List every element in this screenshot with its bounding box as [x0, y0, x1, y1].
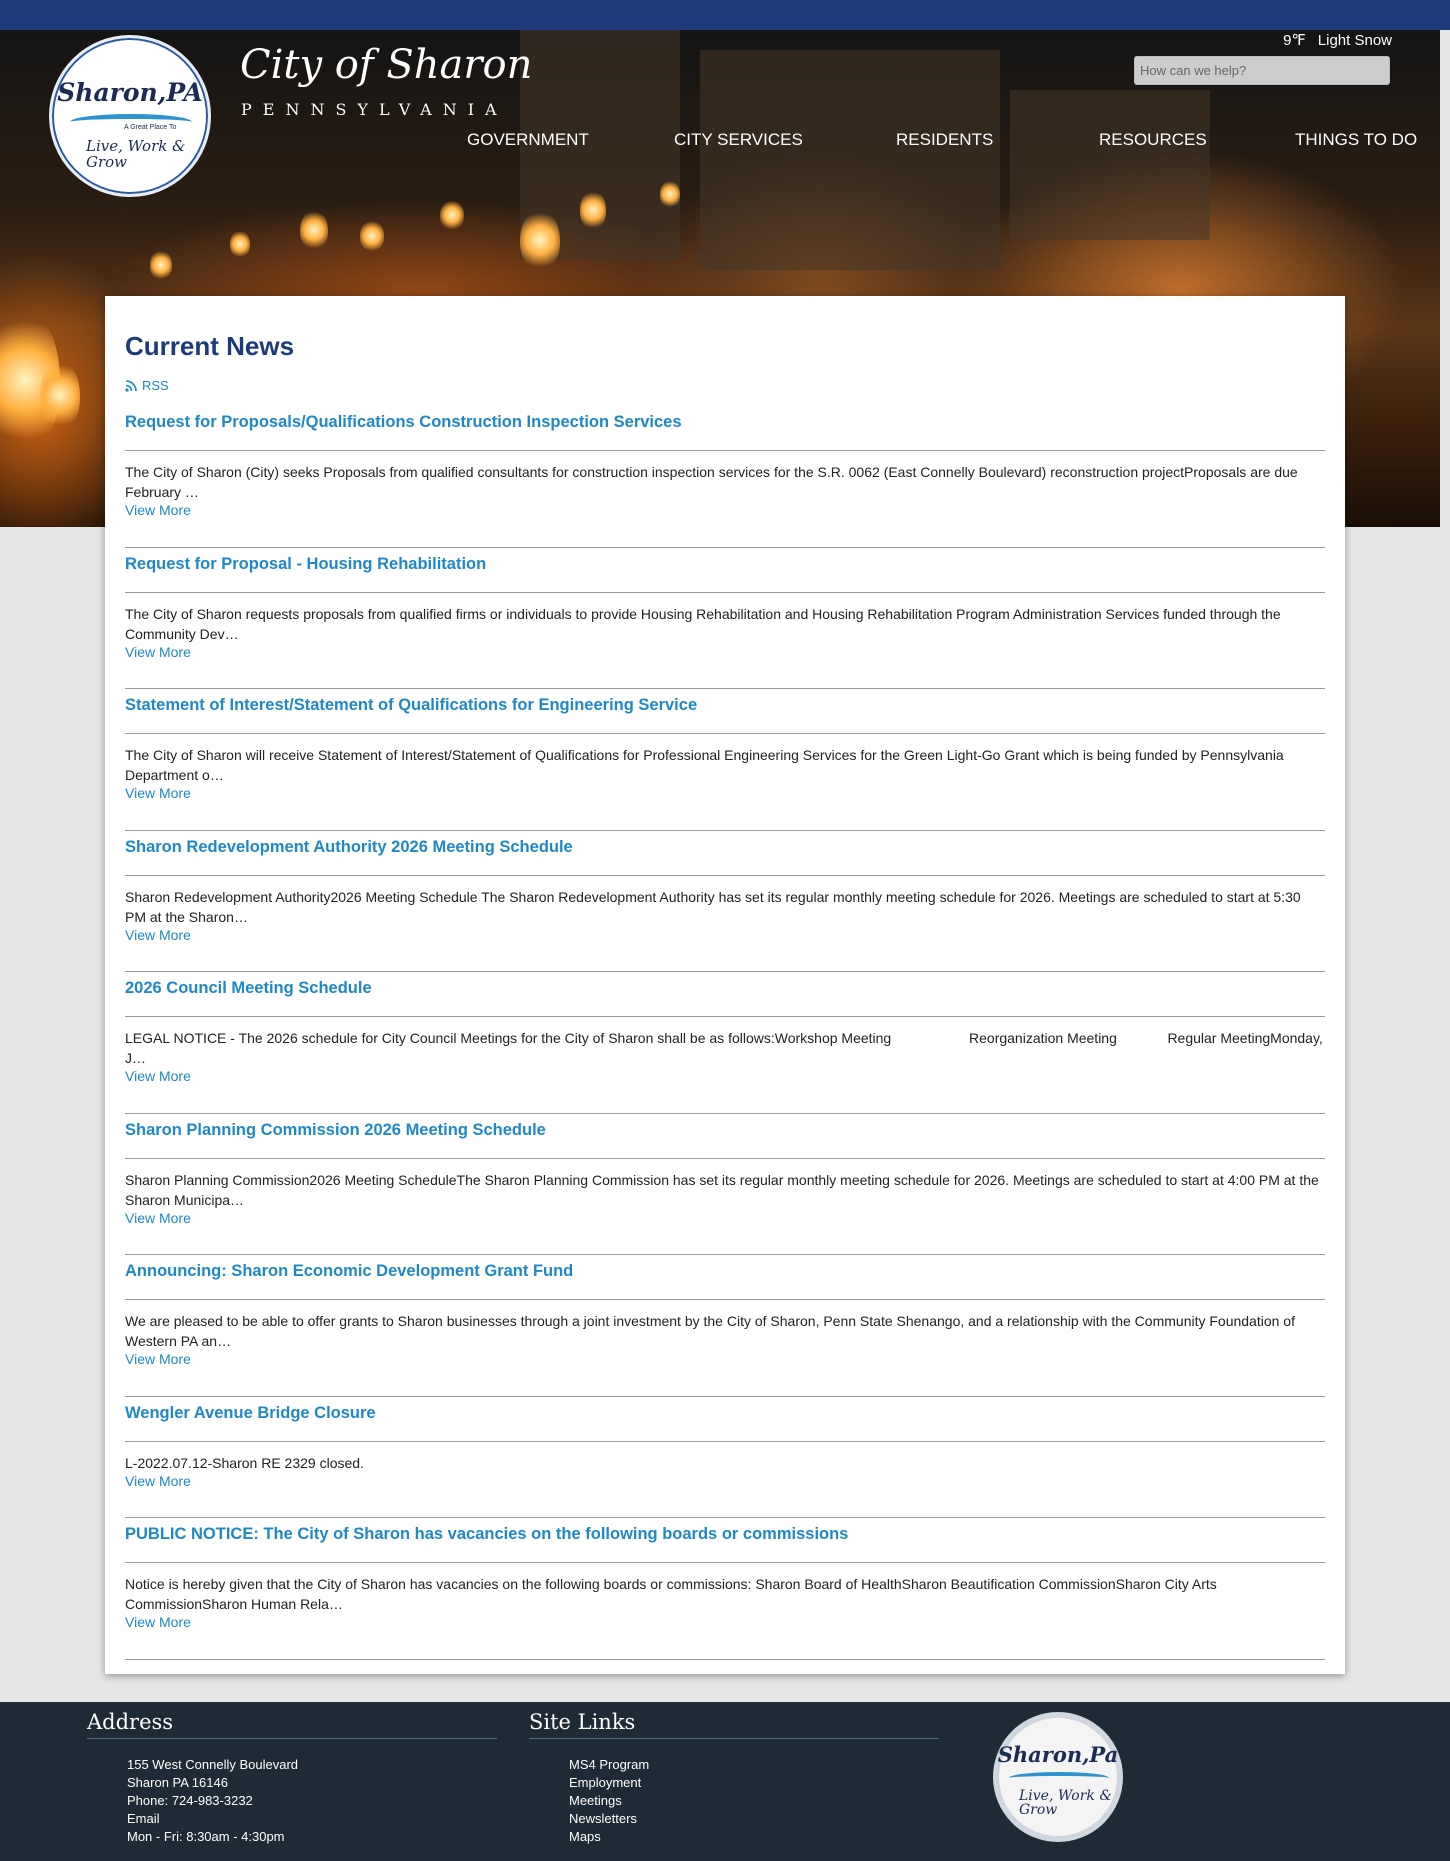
footer-logo[interactable]: Sharon,Pa Live, Work & Grow [993, 1712, 1123, 1842]
news-summary: The City of Sharon will receive Statemen… [125, 747, 1284, 783]
weather-condition: Light Snow [1317, 32, 1392, 49]
news-summary: The City of Sharon requests proposals fr… [125, 605, 1281, 642]
rss-label: RSS [142, 378, 169, 393]
news-title[interactable]: 2026 Council Meeting Schedule [125, 979, 372, 998]
news-summary: Sharon Planning Commission2026 Meeting S… [125, 1171, 1319, 1208]
news-summary: The City of Sharon (City) seeks Proposal… [125, 464, 1298, 500]
rss-link[interactable]: RSS [125, 378, 169, 393]
site-title[interactable]: City of Sharon [240, 42, 532, 88]
address-line: 155 West Connelly Boulevard [127, 1757, 299, 1772]
news-item: Sharon Planning Commission 2026 Meeting … [125, 1114, 1325, 1255]
news-item: Wengler Avenue Bridge Closure L-2022.07.… [125, 1397, 1325, 1518]
news-divider [125, 1562, 1325, 1563]
view-more-link[interactable]: View More [125, 927, 191, 943]
view-more-link[interactable]: View More [125, 502, 191, 518]
news-summary: L-2022.07.12-Sharon RE 2329 closed. [125, 1454, 364, 1471]
nav-government[interactable]: GOVERNMENT [467, 130, 589, 150]
news-title[interactable]: PUBLIC NOTICE: The City of Sharon has va… [125, 1525, 848, 1544]
news-divider [125, 1157, 1325, 1159]
news-item: Statement of Interest/Statement of Quali… [125, 689, 1325, 831]
view-more-link[interactable]: View More [125, 1351, 191, 1367]
view-more-link[interactable]: View More [125, 1210, 191, 1226]
page-title: Current News [125, 331, 295, 361]
footer-logo-motto: Live, Work & Grow [1019, 1788, 1112, 1818]
news-divider [125, 591, 1325, 593]
news-divider [125, 874, 1325, 876]
news-divider [125, 1016, 1325, 1017]
news-title[interactable]: Sharon Redevelopment Authority 2026 Meet… [125, 838, 573, 857]
news-item: Sharon Redevelopment Authority 2026 Meet… [125, 831, 1325, 972]
news-title[interactable]: Wengler Avenue Bridge Closure [125, 1404, 376, 1423]
footer-site-links: Site Links MS4 Program Employment Meetin… [529, 1710, 939, 1846]
view-more-link[interactable]: View More [125, 1473, 191, 1489]
search-input[interactable] [1134, 56, 1390, 85]
site-footer: Address 155 West Connelly Boulevard Shar… [0, 1702, 1450, 1861]
news-item: Request for Proposals/Qualifications Con… [125, 406, 1325, 548]
view-more-link[interactable]: View More [125, 785, 191, 801]
news-title[interactable]: Statement of Interest/Statement of Quali… [125, 696, 697, 715]
hours-line: Mon - Fri: 8:30am - 4:30pm [127, 1829, 285, 1844]
news-item: PUBLIC NOTICE: The City of Sharon has va… [125, 1518, 1325, 1660]
nav-residents[interactable]: RESIDENTS [896, 130, 993, 150]
logo-text: Sharon,PA [57, 78, 203, 107]
news-divider [125, 733, 1325, 734]
news-summary: Sharon Redevelopment Authority2026 Meeti… [125, 888, 1301, 925]
news-title[interactable]: Sharon Planning Commission 2026 Meeting … [125, 1121, 546, 1140]
news-divider [125, 1299, 1325, 1300]
view-more-link[interactable]: View More [125, 1068, 191, 1084]
main-nav: GOVERNMENT CITY SERVICES RESIDENTS RESOU… [0, 130, 1450, 154]
news-item: Announcing: Sharon Economic Development … [125, 1255, 1325, 1397]
news-item: 2026 Council Meeting Schedule LEGAL NOTI… [125, 972, 1325, 1114]
footer-link-newsletters[interactable]: Newsletters [569, 1810, 939, 1828]
view-more-link[interactable]: View More [125, 644, 191, 660]
news-divider [125, 450, 1325, 451]
rss-icon [125, 380, 137, 392]
footer-link-maps[interactable]: Maps [569, 1828, 939, 1846]
address-line: Sharon PA 16146 [127, 1775, 228, 1790]
footer-logo-text: Sharon,Pa [997, 1742, 1119, 1767]
city-logo[interactable]: Sharon,PA A Great Place To Live, Work & … [49, 35, 211, 197]
news-title[interactable]: Request for Proposal - Housing Rehabilit… [125, 555, 486, 574]
footer-logo-swoosh [1009, 1772, 1109, 1784]
news-title[interactable]: Request for Proposals/Qualifications Con… [125, 413, 682, 432]
nav-resources[interactable]: RESOURCES [1099, 130, 1207, 150]
top-bar [0, 0, 1450, 30]
news-summary: We are pleased to be able to offer grant… [125, 1313, 1295, 1349]
news-divider [125, 1440, 1325, 1442]
news-summary: LEGAL NOTICE - The 2026 schedule for Cit… [125, 1030, 1327, 1066]
site-subtitle: PENNSYLVANIA [241, 100, 508, 119]
view-more-link[interactable]: View More [125, 1614, 191, 1630]
footer-link-employment[interactable]: Employment [569, 1774, 939, 1792]
footer-link-meetings[interactable]: Meetings [569, 1792, 939, 1810]
news-item: Request for Proposal - Housing Rehabilit… [125, 548, 1325, 689]
weather-temperature: 9℉ [1283, 32, 1306, 49]
footer-link-ms4[interactable]: MS4 Program [569, 1756, 939, 1774]
news-list: Request for Proposals/Qualifications Con… [125, 406, 1325, 1660]
footer-links-heading: Site Links [529, 1710, 939, 1739]
nav-city-services[interactable]: CITY SERVICES [674, 130, 803, 150]
news-summary: Notice is hereby given that the City of … [125, 1576, 1217, 1612]
weather-widget[interactable]: 9℉ Light Snow [1283, 31, 1392, 49]
nav-things-to-do[interactable]: THINGS TO DO [1295, 130, 1417, 150]
news-card: Current News RSS Request for Proposals/Q… [105, 296, 1345, 1674]
phone-line[interactable]: Phone: 724-983-3232 [127, 1792, 497, 1810]
news-title[interactable]: Announcing: Sharon Economic Development … [125, 1262, 573, 1281]
footer-address-heading: Address [87, 1710, 497, 1739]
email-link[interactable]: Email [127, 1810, 497, 1828]
footer-address: Address 155 West Connelly Boulevard Shar… [87, 1710, 497, 1846]
